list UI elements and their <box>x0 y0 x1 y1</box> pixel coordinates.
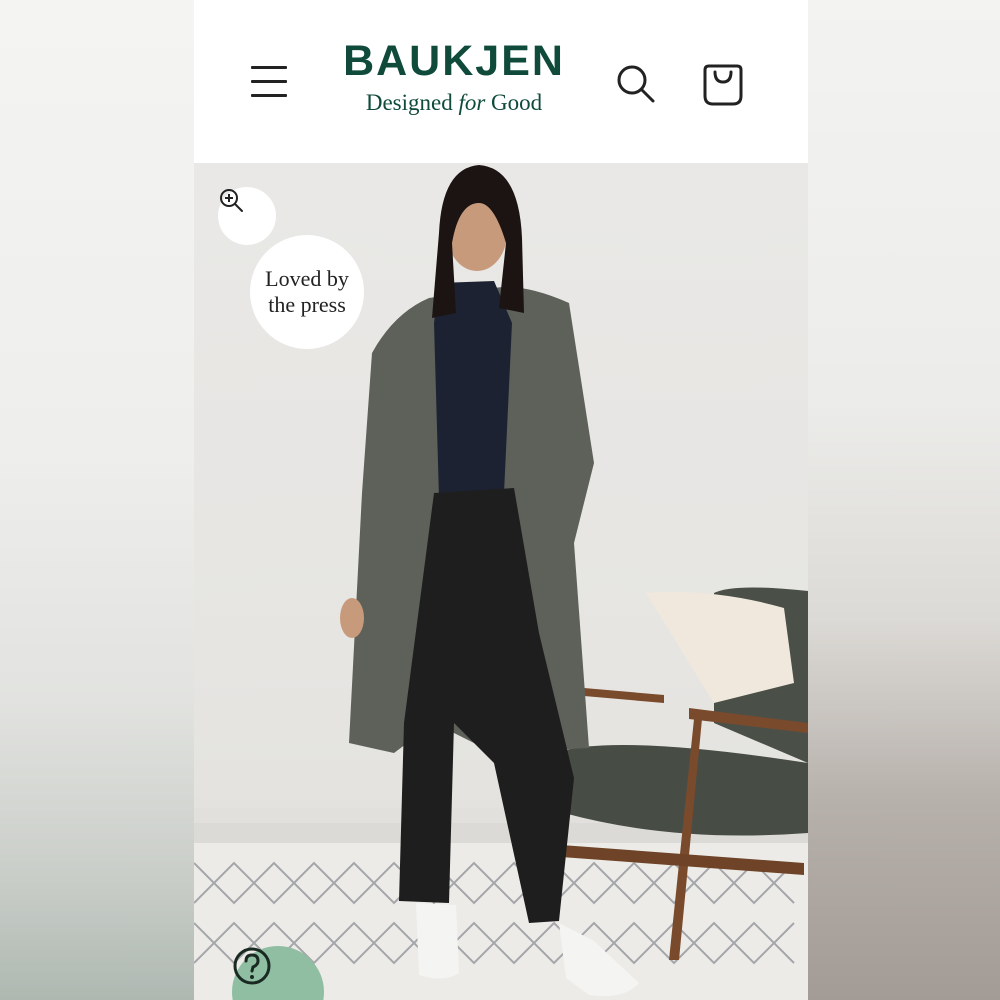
background-left-blur <box>0 0 194 1000</box>
press-badge: Loved by the press <box>250 235 364 349</box>
background-right-blur <box>806 0 1000 1000</box>
press-badge-line1: Loved by <box>265 266 349 291</box>
brand-tagline: Designed for Good <box>324 88 584 118</box>
tagline-start: Designed <box>365 90 459 115</box>
press-badge-line2: the press <box>268 292 346 317</box>
brand-logo[interactable]: BAUKJEN Designed for Good <box>324 36 584 131</box>
hamburger-menu-icon-line <box>251 94 287 97</box>
tagline-end: Good <box>485 90 543 115</box>
search-button[interactable] <box>614 62 658 106</box>
hamburger-menu-icon <box>251 66 287 69</box>
search-icon <box>617 65 655 103</box>
site-header: BAUKJEN Designed for Good <box>194 0 808 163</box>
mobile-page: BAUKJEN Designed for Good Loved by the p… <box>194 0 808 1000</box>
hamburger-menu-icon-line <box>251 80 287 83</box>
tagline-for: for <box>458 90 486 115</box>
brand-name: BAUKJEN <box>343 37 565 85</box>
question-mark-icon <box>233 947 271 985</box>
zoom-button[interactable] <box>218 187 276 245</box>
product-hero-image[interactable]: Loved by the press <box>194 163 808 1000</box>
cart-button[interactable] <box>700 62 746 108</box>
menu-button[interactable] <box>248 62 290 102</box>
shopping-bag-icon <box>703 64 743 106</box>
zoom-in-icon <box>220 189 243 212</box>
